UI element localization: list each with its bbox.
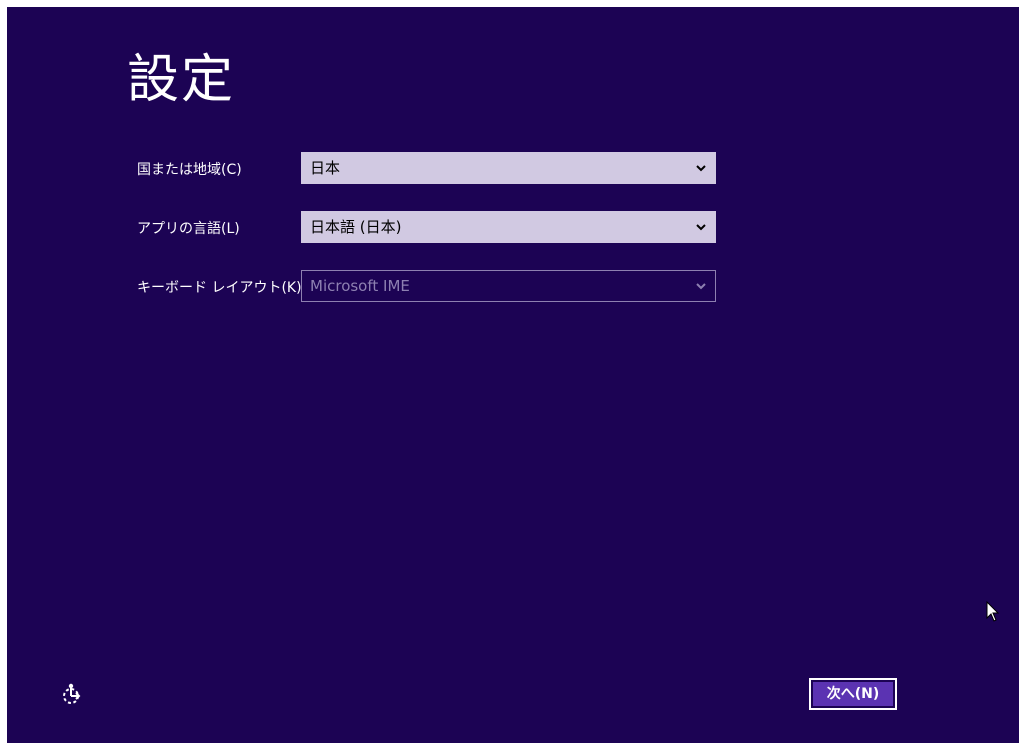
- mouse-pointer-icon: [986, 601, 1000, 622]
- page-title: 設定: [127, 50, 236, 110]
- next-button[interactable]: 次へ(N): [809, 678, 897, 710]
- keyboard-layout-select: Microsoft IME: [301, 270, 716, 302]
- chevron-down-icon: [696, 165, 706, 172]
- app-language-select-value: 日本語 (日本): [310, 218, 402, 236]
- keyboard-layout-label: キーボード レイアウト(K): [137, 280, 302, 296]
- keyboard-layout-select-value: Microsoft IME: [310, 277, 410, 295]
- app-language-label: アプリの言語(L): [137, 221, 240, 237]
- country-label: 国または地域(C): [137, 162, 242, 178]
- country-select[interactable]: 日本: [301, 152, 716, 184]
- next-button-label: 次へ(N): [813, 682, 893, 706]
- setup-screen: 設定 国または地域(C) 日本 アプリの言語(L) 日本語 (日本) キーボード…: [7, 7, 1019, 743]
- chevron-down-icon: [696, 224, 706, 231]
- ease-of-access-icon[interactable]: [59, 682, 83, 706]
- chevron-down-icon: [696, 283, 706, 290]
- app-language-select[interactable]: 日本語 (日本): [301, 211, 716, 243]
- country-select-value: 日本: [310, 159, 341, 177]
